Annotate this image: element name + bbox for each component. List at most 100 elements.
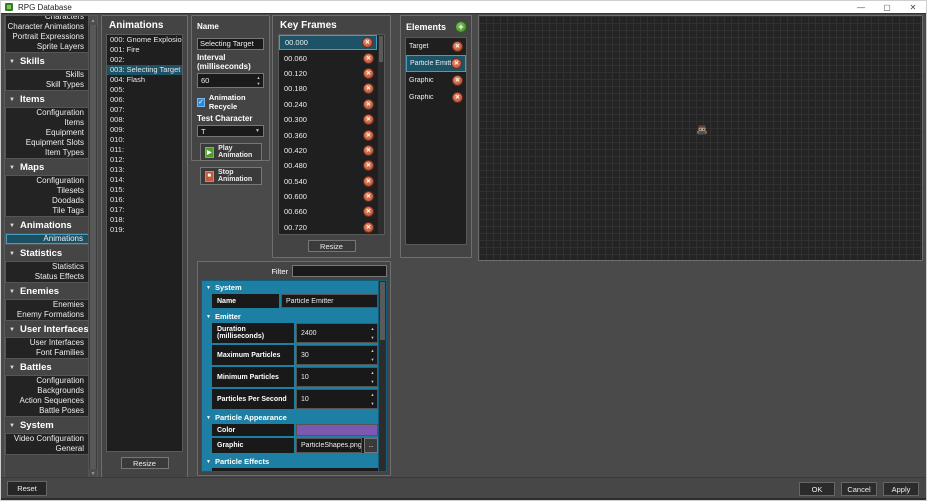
sidebar-item-sprite-layers[interactable]: Sprite Layers	[6, 42, 89, 52]
delete-keyframe-icon[interactable]: ✕	[363, 68, 374, 79]
sidebar-section-maps[interactable]: ▼Maps	[5, 160, 90, 175]
keyframe-row[interactable]: 00.000✕	[279, 35, 377, 50]
stepper-down-icon[interactable]: ▼	[368, 333, 377, 342]
sidebar-section-user-interfaces[interactable]: ▼User Interfaces	[5, 322, 90, 337]
animation-list-item[interactable]: 000: Gnome Explosion	[107, 35, 182, 45]
delete-keyframe-icon[interactable]: ✕	[363, 191, 374, 202]
delete-keyframe-icon[interactable]: ✕	[363, 176, 374, 187]
sidebar-section-skills[interactable]: ▼Skills	[5, 54, 90, 69]
add-element-button[interactable]: +	[455, 21, 467, 33]
cancel-button[interactable]: Cancel	[841, 482, 877, 496]
sidebar-item-equipment-slots[interactable]: Equipment Slots	[6, 138, 89, 148]
animation-list-item[interactable]: 005:	[107, 85, 182, 95]
property-subgroup-birth[interactable]: Birth	[212, 468, 378, 472]
keyframe-row[interactable]: 00.360✕	[279, 127, 377, 142]
sidebar-item-character-animations[interactable]: Character Animations	[6, 22, 89, 32]
animation-recycle-checkbox[interactable]: ✓	[197, 98, 205, 107]
sidebar-item-tilesets[interactable]: Tilesets	[6, 186, 89, 196]
sidebar-scroll-thumb[interactable]	[90, 25, 96, 469]
keyframes-scrollbar[interactable]	[378, 35, 384, 234]
sidebar-item-portrait-expressions[interactable]: Portrait Expressions	[6, 32, 89, 42]
property-group-emitter[interactable]: ▼Emitter	[202, 310, 378, 323]
delete-keyframe-icon[interactable]: ✕	[363, 83, 374, 94]
sidebar-item-status-effects[interactable]: Status Effects	[6, 272, 89, 282]
keyframe-row[interactable]: 00.480✕	[279, 158, 377, 173]
property-group-particle-appearance[interactable]: ▼Particle Appearance	[202, 411, 378, 424]
animation-list-item[interactable]: 016:	[107, 195, 182, 205]
keyframe-row[interactable]: 00.420✕	[279, 143, 377, 158]
sidebar-item-configuration[interactable]: Configuration	[6, 376, 89, 386]
stepper-down-icon[interactable]: ▼	[368, 377, 377, 386]
animation-list-item[interactable]: 007:	[107, 105, 182, 115]
sidebar-item-user-interfaces[interactable]: User Interfaces	[6, 338, 89, 348]
property-stepper-input[interactable]	[297, 324, 368, 342]
delete-keyframe-icon[interactable]: ✕	[363, 114, 374, 125]
stepper-up-icon[interactable]: ▲	[368, 324, 377, 333]
animation-list-item[interactable]: 009:	[107, 125, 182, 135]
keyframes-resize-button[interactable]: Resize	[308, 240, 356, 252]
stepper-down-icon[interactable]: ▼	[368, 355, 377, 364]
animation-list-item[interactable]: 010:	[107, 135, 182, 145]
property-stepper-input[interactable]	[297, 368, 368, 386]
animation-stage-canvas[interactable]	[478, 15, 923, 261]
sidebar-item-action-sequences[interactable]: Action Sequences	[6, 396, 89, 406]
ok-button[interactable]: OK	[799, 482, 835, 496]
sidebar-item-battle-poses[interactable]: Battle Poses	[6, 406, 89, 416]
stepper-down-icon[interactable]: ▼	[368, 399, 377, 408]
play-animation-button[interactable]: ▶ Play Animation	[200, 143, 262, 161]
filter-input[interactable]	[292, 265, 387, 277]
delete-element-icon[interactable]: ✕	[452, 92, 463, 103]
sidebar-item-backgrounds[interactable]: Backgrounds	[6, 386, 89, 396]
animation-list-item[interactable]: 015:	[107, 185, 182, 195]
animation-list-item[interactable]: 017:	[107, 205, 182, 215]
sidebar-item-tile-tags[interactable]: Tile Tags	[6, 206, 89, 216]
animation-list-item[interactable]: 013:	[107, 165, 182, 175]
delete-keyframe-icon[interactable]: ✕	[363, 222, 374, 233]
property-group-particle-effects[interactable]: ▼Particle Effects	[202, 455, 378, 468]
gnome-sprite[interactable]	[695, 123, 709, 137]
sidebar-item-enemy-formations[interactable]: Enemy Formations	[6, 310, 89, 320]
animation-list-item[interactable]: 012:	[107, 155, 182, 165]
close-icon[interactable]: ✕	[900, 1, 926, 13]
sidebar-item-equipment[interactable]: Equipment	[6, 128, 89, 138]
reset-button[interactable]: Reset	[7, 481, 47, 496]
sidebar-item-animations[interactable]: Animations	[6, 234, 89, 244]
sidebar-item-doodads[interactable]: Doodads	[6, 196, 89, 206]
keyframe-row[interactable]: 00.180✕	[279, 81, 377, 96]
sidebar-section-animations[interactable]: ▼Animations	[5, 218, 90, 233]
keyframe-row[interactable]: 00.060✕	[279, 50, 377, 65]
delete-keyframe-icon[interactable]: ✕	[363, 145, 374, 156]
sidebar-item-general[interactable]: General	[6, 444, 89, 454]
graphic-file-input[interactable]	[296, 438, 362, 453]
sidebar-section-enemies[interactable]: ▼Enemies	[5, 284, 90, 299]
sidebar-item-font-families[interactable]: Font Families	[6, 348, 89, 358]
property-grid-scrollbar[interactable]	[378, 281, 386, 471]
sidebar-section-items[interactable]: ▼Items	[5, 92, 90, 107]
sidebar-scrollbar[interactable]: ▲ ▼	[88, 16, 97, 478]
keyframe-row[interactable]: 00.660✕	[279, 204, 377, 219]
keyframe-row[interactable]: 00.720✕	[279, 220, 377, 234]
animation-list-item[interactable]: 006:	[107, 95, 182, 105]
stepper-up-icon[interactable]: ▲	[368, 390, 377, 399]
sidebar-item-enemies[interactable]: Enemies	[6, 300, 89, 310]
delete-keyframe-icon[interactable]: ✕	[362, 37, 373, 48]
animation-list-item[interactable]: 002:	[107, 55, 182, 65]
apply-button[interactable]: Apply	[883, 482, 919, 496]
property-stepper-input[interactable]	[297, 390, 368, 408]
element-row-graphic[interactable]: Graphic✕	[406, 89, 466, 106]
delete-keyframe-icon[interactable]: ✕	[363, 160, 374, 171]
keyframe-row[interactable]: 00.540✕	[279, 174, 377, 189]
element-row-target[interactable]: Target✕	[406, 38, 466, 55]
delete-keyframe-icon[interactable]: ✕	[363, 99, 374, 110]
interval-input[interactable]	[198, 74, 254, 87]
animation-list-item[interactable]: 019:	[107, 225, 182, 235]
animation-list-item[interactable]: 003: Selecting Target	[107, 65, 182, 75]
sidebar-item-skill-types[interactable]: Skill Types	[6, 80, 89, 90]
sidebar-section-statistics[interactable]: ▼Statistics	[5, 246, 90, 261]
sidebar-item-skills[interactable]: Skills	[6, 70, 89, 80]
sidebar-section-battles[interactable]: ▼Battles	[5, 360, 90, 375]
keyframe-row[interactable]: 00.240✕	[279, 97, 377, 112]
scroll-up-icon[interactable]: ▲	[89, 16, 97, 25]
property-text-input[interactable]	[281, 294, 378, 308]
sidebar-section-system[interactable]: ▼System	[5, 418, 90, 433]
